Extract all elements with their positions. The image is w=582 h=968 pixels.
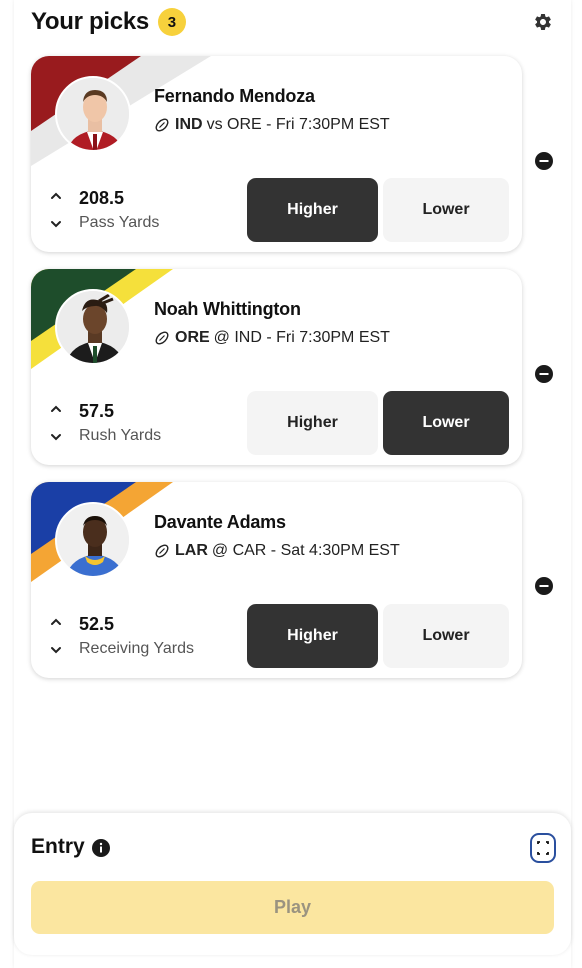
chevron-up-icon[interactable]	[49, 617, 63, 627]
player-avatar	[55, 502, 131, 578]
line-adjust	[49, 404, 63, 448]
football-icon	[155, 118, 169, 132]
line-value: 208.5	[79, 188, 125, 208]
lower-button[interactable]: Lower	[383, 178, 509, 242]
player-avatar	[55, 76, 131, 152]
player-avatar	[55, 289, 131, 365]
play-button[interactable]: Play	[31, 881, 554, 934]
matchup-text: @ CAR - Sat 4:30PM EST	[211, 542, 400, 559]
team-abbr: IND	[175, 116, 203, 133]
pick-card: Fernando Mendoza IND vs ORE - Fri 7:30PM…	[31, 56, 522, 252]
entry-panel: Entry Play	[14, 813, 571, 955]
line-value: 57.5	[79, 401, 115, 421]
lower-button[interactable]: Lower	[383, 604, 509, 668]
minus-circle-icon[interactable]	[535, 152, 553, 170]
football-icon	[155, 331, 169, 345]
expand-icon[interactable]	[530, 833, 556, 863]
info-icon[interactable]	[92, 839, 110, 857]
minus-circle-icon[interactable]	[535, 577, 553, 595]
picks-count-badge: 3	[157, 8, 186, 36]
page-title: Your picks	[31, 8, 149, 35]
higher-button[interactable]: Higher	[247, 604, 378, 668]
stat-label: Receiving Yards	[79, 640, 195, 657]
picks-header: Your picks 3	[31, 8, 186, 36]
team-abbr: ORE	[175, 329, 210, 346]
entry-title: Entry	[31, 835, 85, 858]
line-adjust	[49, 191, 63, 235]
higher-button[interactable]: Higher	[247, 391, 378, 455]
chevron-down-icon[interactable]	[49, 645, 63, 655]
chevron-down-icon[interactable]	[49, 432, 63, 442]
pick-card: Davante Adams LAR @ CAR - Sat 4:30PM EST…	[31, 482, 522, 678]
player-name: Fernando Mendoza	[154, 86, 315, 106]
chevron-up-icon[interactable]	[49, 191, 63, 201]
higher-button[interactable]: Higher	[247, 178, 378, 242]
chevron-down-icon[interactable]	[49, 219, 63, 229]
matchup-text: @ IND - Fri 7:30PM EST	[213, 329, 390, 346]
game-info: ORE @ IND - Fri 7:30PM EST	[154, 329, 390, 347]
game-info: LAR @ CAR - Sat 4:30PM EST	[154, 542, 400, 560]
team-abbr: LAR	[175, 542, 208, 559]
football-icon	[155, 544, 169, 558]
pick-card: Noah Whittington ORE @ IND - Fri 7:30PM …	[31, 269, 522, 465]
gear-icon[interactable]	[533, 12, 553, 32]
game-info: IND vs ORE - Fri 7:30PM EST	[154, 116, 390, 134]
stat-label: Pass Yards	[79, 214, 160, 231]
stat-label: Rush Yards	[79, 427, 162, 444]
lower-button[interactable]: Lower	[383, 391, 509, 455]
player-name: Noah Whittington	[154, 299, 301, 319]
player-name: Davante Adams	[154, 512, 286, 532]
minus-circle-icon[interactable]	[535, 365, 553, 383]
line-value: 52.5	[79, 614, 115, 634]
line-adjust	[49, 617, 63, 661]
chevron-up-icon[interactable]	[49, 404, 63, 414]
matchup-text: vs ORE - Fri 7:30PM EST	[206, 116, 390, 133]
